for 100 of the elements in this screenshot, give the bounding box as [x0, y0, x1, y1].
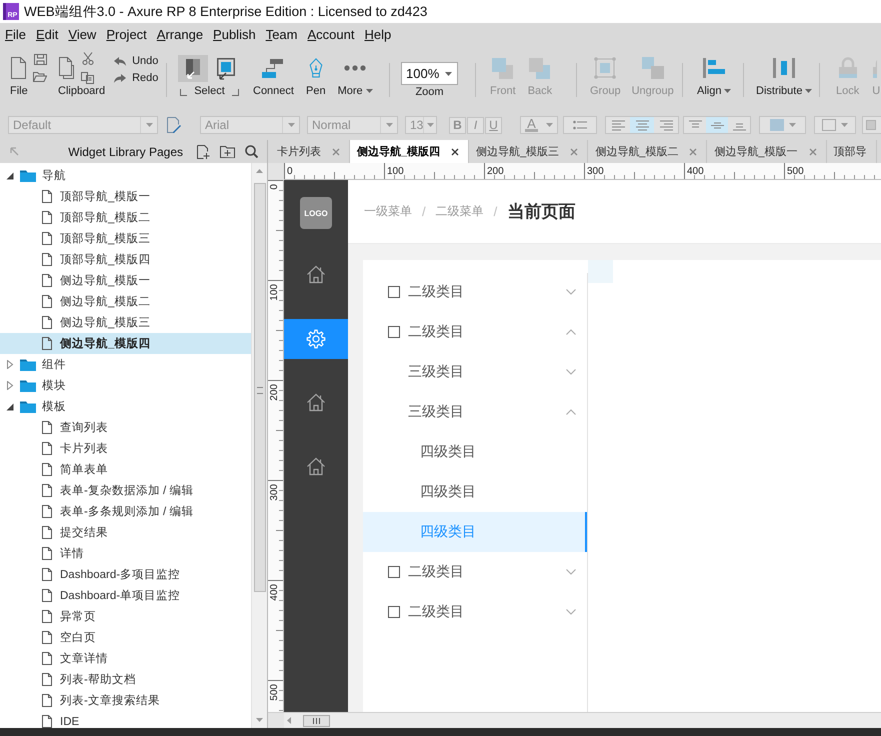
- page-item[interactable]: 查询列表: [0, 417, 251, 438]
- menu-item[interactable]: 二级类目: [363, 592, 587, 632]
- folder-item[interactable]: 导航: [0, 165, 251, 186]
- folder-item[interactable]: 模板: [0, 396, 251, 417]
- new-page-icon[interactable]: [10, 56, 27, 80]
- ruler-label: 0: [287, 166, 293, 177]
- page-item[interactable]: 表单-复杂数据添加 / 编辑: [0, 480, 251, 501]
- menu-item[interactable]: File: [5, 26, 26, 42]
- menu-item[interactable]: 二级类目: [363, 312, 587, 352]
- page-item[interactable]: 空白页: [0, 627, 251, 648]
- menu-item[interactable]: Project: [106, 26, 147, 42]
- chevron-down-icon[interactable]: [566, 369, 576, 375]
- page-item[interactable]: 卡片列表: [0, 438, 251, 459]
- copy-icon[interactable]: [81, 72, 94, 84]
- page-item[interactable]: Dashboard-多项目监控: [0, 564, 251, 585]
- page-item[interactable]: 详情: [0, 543, 251, 564]
- page-icon: [42, 421, 52, 434]
- page-item[interactable]: 列表-帮助文档: [0, 669, 251, 690]
- chevron-down-icon[interactable]: [566, 569, 576, 575]
- scroll-left-icon[interactable]: [287, 717, 291, 724]
- ungroup-icon: [642, 57, 664, 79]
- scroll-up-icon[interactable]: [256, 169, 263, 173]
- menu-item[interactable]: 三级类目: [363, 352, 587, 392]
- collapsed-triangle-icon[interactable]: [6, 360, 14, 369]
- documents-icon[interactable]: [58, 56, 75, 80]
- ruler-label: 300: [587, 166, 604, 177]
- page-item[interactable]: 侧边导航_模版二: [0, 291, 251, 312]
- caret-icon: [445, 72, 452, 76]
- window-title: WEB端组件3.0 - Axure RP 8 Enterprise Edition : Licensed to zd423: [24, 2, 428, 20]
- menu-item[interactable]: Arrange: [156, 26, 204, 42]
- collapsed-triangle-icon[interactable]: [6, 381, 14, 390]
- diagonal-arrow-icon[interactable]: [10, 147, 19, 156]
- page-icon: [42, 673, 52, 686]
- pen-button[interactable]: Pen: [306, 45, 326, 97]
- menu-item[interactable]: View: [68, 26, 96, 42]
- breadcrumb-separator: /: [422, 204, 426, 219]
- ruler-label: 100: [269, 284, 280, 301]
- page-item[interactable]: 简单表单: [0, 459, 251, 480]
- scissors-icon[interactable]: [82, 52, 94, 65]
- page-item[interactable]: 侧边导航_模版一: [0, 270, 251, 291]
- ruler-label: 200: [487, 166, 504, 177]
- redo-button[interactable]: Redo: [114, 71, 158, 85]
- close-icon[interactable]: [451, 148, 460, 156]
- select-intersect-icon[interactable]: [178, 55, 208, 82]
- page-item[interactable]: 异常页: [0, 606, 251, 627]
- page-item[interactable]: 顶部导航_模版四: [0, 249, 251, 270]
- scroll-down-icon[interactable]: [256, 718, 263, 722]
- page-item[interactable]: IDE: [0, 711, 251, 728]
- connect-button[interactable]: Connect: [253, 45, 294, 97]
- more-button[interactable]: More: [338, 45, 373, 97]
- nav-item[interactable]: [284, 319, 348, 359]
- folder-icon: [20, 358, 36, 371]
- chevron-down-icon[interactable]: [566, 289, 576, 295]
- menu-item[interactable]: 四级类目: [363, 432, 587, 472]
- expanded-triangle-icon[interactable]: [6, 171, 14, 180]
- add-page-icon[interactable]: [197, 144, 210, 158]
- align-button[interactable]: Align: [697, 45, 732, 97]
- page-item[interactable]: 文章详情: [0, 648, 251, 669]
- page-item[interactable]: 列表-文章搜索结果: [0, 690, 251, 711]
- menu-item[interactable]: 三级类目: [363, 392, 587, 432]
- page-item[interactable]: 顶部导航_模版二: [0, 207, 251, 228]
- page-item[interactable]: 提交结果: [0, 522, 251, 543]
- page-icon: [42, 337, 52, 350]
- page-item[interactable]: 顶部导航_模版三: [0, 228, 251, 249]
- page-item[interactable]: 顶部导航_模版一: [0, 186, 251, 207]
- connector-icon: [262, 58, 284, 78]
- chevron-down-icon[interactable]: [566, 609, 576, 615]
- menu-item[interactable]: 二级类目: [363, 272, 587, 312]
- menu-item[interactable]: 四级类目: [363, 472, 587, 512]
- menu-item[interactable]: Publish: [213, 26, 256, 42]
- ruler-label: 0: [269, 184, 280, 190]
- vertical-scrollbar[interactable]: [251, 163, 267, 728]
- scrollbar-thumb[interactable]: [303, 714, 330, 726]
- save-icon[interactable]: [34, 54, 46, 65]
- menu-item[interactable]: Team: [266, 26, 298, 42]
- scrollbar-thumb[interactable]: [254, 183, 266, 592]
- zoom-dropdown[interactable]: 100%: [401, 62, 458, 85]
- menu-item[interactable]: Help: [364, 26, 392, 42]
- folder-icon[interactable]: [33, 72, 47, 82]
- page-item[interactable]: 表单-多条规则添加 / 编辑: [0, 501, 251, 522]
- undo-button[interactable]: Undo: [114, 54, 158, 68]
- add-folder-icon[interactable]: [220, 146, 235, 158]
- distribute-button[interactable]: Distribute: [756, 45, 812, 97]
- expanded-triangle-icon[interactable]: [6, 402, 14, 411]
- search-icon[interactable]: [245, 145, 258, 158]
- redo-icon: [114, 74, 126, 82]
- menu-item[interactable]: 二级类目: [363, 552, 587, 592]
- chevron-up-icon[interactable]: [566, 329, 576, 335]
- menu-item[interactable]: Account: [307, 26, 354, 42]
- folder-item[interactable]: 组件: [0, 354, 251, 375]
- caret-icon: [546, 123, 553, 127]
- chevron-up-icon[interactable]: [566, 409, 576, 415]
- folder-item[interactable]: 模块: [0, 375, 251, 396]
- page-item[interactable]: 侧边导航_模版四: [0, 333, 251, 354]
- more-icon: [344, 65, 366, 71]
- page-item[interactable]: 侧边导航_模版三: [0, 312, 251, 333]
- document-tab[interactable]: 侧边导航_模版四: [350, 140, 470, 163]
- menu-item[interactable]: Edit: [36, 26, 58, 42]
- caret-icon: [386, 123, 392, 127]
- page-item[interactable]: Dashboard-单项目监控: [0, 585, 251, 606]
